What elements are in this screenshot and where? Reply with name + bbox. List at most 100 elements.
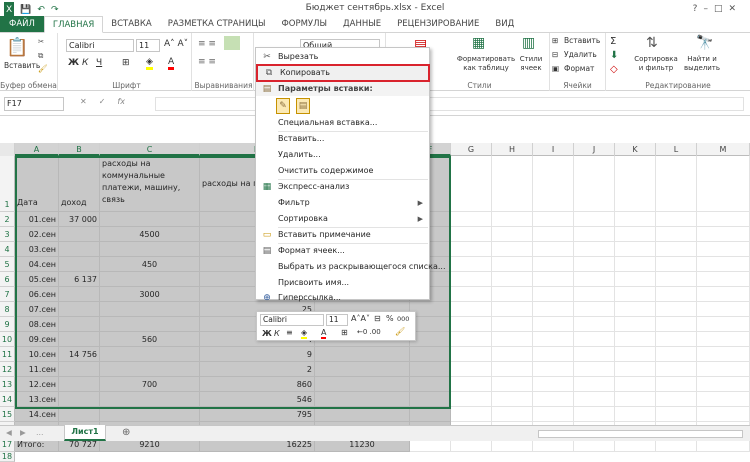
font-name-box[interactable]: Calibri	[66, 39, 134, 52]
delete-cells-icon[interactable]: ⊟	[552, 50, 558, 59]
format-cells-icon[interactable]: ▣	[552, 64, 559, 73]
cell[interactable]	[656, 287, 697, 302]
cell[interactable]	[656, 272, 697, 287]
menu-item-define-name[interactable]: Присвоить имя...	[256, 276, 429, 290]
cell[interactable]	[615, 317, 656, 332]
help-icon[interactable]: ?	[693, 4, 704, 14]
cell[interactable]	[451, 212, 492, 227]
italic-button[interactable]: К	[82, 58, 88, 68]
align-left-icon[interactable]: ≡ ≡	[198, 57, 216, 67]
cell[interactable]	[451, 332, 492, 347]
cell[interactable]	[451, 227, 492, 242]
cell[interactable]	[59, 392, 100, 407]
cell[interactable]	[697, 347, 750, 362]
fill-icon[interactable]: ⬇	[610, 50, 618, 61]
menu-item-pick-from-list[interactable]: Выбрать из раскрывающегося списка...	[256, 260, 446, 274]
cell[interactable]: 03.сен	[15, 242, 59, 257]
cell[interactable]	[533, 362, 574, 377]
cell[interactable]: 546	[200, 392, 315, 407]
delete-cells-button[interactable]: Удалить	[564, 50, 597, 59]
row-header[interactable]: 13	[0, 377, 15, 392]
mini-decimal-icon[interactable]: ←0 .00	[357, 328, 381, 336]
cell[interactable]	[100, 242, 200, 257]
cell[interactable]	[451, 347, 492, 362]
cell[interactable]: 12.сен	[15, 377, 59, 392]
cell[interactable]	[656, 227, 697, 242]
cell[interactable]	[492, 302, 533, 317]
cell[interactable]	[451, 407, 492, 422]
cell[interactable]	[100, 362, 200, 377]
insert-cells-icon[interactable]: ⊞	[552, 36, 558, 45]
cell[interactable]	[697, 332, 750, 347]
tab-home[interactable]: ГЛАВНАЯ	[43, 16, 104, 33]
cell[interactable]	[697, 227, 750, 242]
cell[interactable]	[100, 392, 200, 407]
grow-font-icon[interactable]: A˄ A˅	[164, 39, 188, 49]
cell[interactable]: 560	[100, 332, 200, 347]
cell[interactable]	[451, 272, 492, 287]
mini-align-icon[interactable]: ≡	[286, 328, 293, 337]
cell[interactable]	[533, 287, 574, 302]
cell[interactable]	[100, 317, 200, 332]
add-sheet-icon[interactable]: ⊕	[122, 427, 130, 438]
row-header[interactable]: 8	[0, 302, 15, 317]
row-header[interactable]: 10	[0, 332, 15, 347]
column-header[interactable]: L	[656, 143, 697, 156]
cell[interactable]	[615, 347, 656, 362]
cancel-icon[interactable]: ✕	[80, 97, 87, 106]
name-box[interactable]: F17	[4, 97, 64, 111]
tab-page-layout[interactable]: РАЗМЕТКА СТРАНИЦЫ	[160, 16, 274, 32]
mini-italic-button[interactable]: К	[274, 329, 280, 338]
bold-button[interactable]: Ж	[68, 58, 79, 68]
close-icon[interactable]: ✕	[728, 4, 742, 14]
cell[interactable]	[656, 347, 697, 362]
cell[interactable]	[697, 392, 750, 407]
cell[interactable]	[656, 302, 697, 317]
cell[interactable]	[697, 156, 750, 212]
menu-item-insert[interactable]: Вставить...	[256, 132, 429, 146]
cell[interactable]	[533, 377, 574, 392]
cell[interactable]	[492, 272, 533, 287]
cell[interactable]	[492, 407, 533, 422]
cell[interactable]: 37 000	[59, 212, 100, 227]
cell[interactable]	[574, 257, 615, 272]
minimize-icon[interactable]: –	[703, 4, 714, 14]
column-header[interactable]: B	[59, 143, 100, 156]
cell[interactable]	[615, 392, 656, 407]
cell[interactable]	[615, 407, 656, 422]
cell[interactable]	[697, 362, 750, 377]
column-header[interactable]: G	[451, 143, 492, 156]
paste-button[interactable]: Вставить	[4, 61, 40, 70]
cell[interactable]: 700	[100, 377, 200, 392]
cell[interactable]	[451, 257, 492, 272]
cell[interactable]: 11.сен	[15, 362, 59, 377]
cell[interactable]: 04.сен	[15, 257, 59, 272]
mini-bold-button[interactable]: Ж	[262, 329, 272, 338]
cell[interactable]: 14 756	[59, 347, 100, 362]
cell[interactable]: 450	[100, 257, 200, 272]
format-table-icon[interactable]: ▦	[472, 35, 485, 51]
scroll-more-icon[interactable]: …	[36, 428, 44, 437]
cell[interactable]	[574, 362, 615, 377]
row-header[interactable]: 18	[0, 452, 15, 462]
row-header[interactable]: 12	[0, 362, 15, 377]
cell[interactable]	[656, 362, 697, 377]
column-header[interactable]: J	[574, 143, 615, 156]
cell[interactable]	[574, 287, 615, 302]
cell[interactable]: 795	[200, 407, 315, 422]
menu-item-sort[interactable]: Сортировка ▶	[256, 212, 429, 226]
cell[interactable]	[615, 377, 656, 392]
cell[interactable]	[574, 212, 615, 227]
cell[interactable]	[492, 287, 533, 302]
find-select-icon[interactable]: 🔭	[696, 35, 713, 51]
mini-font-size[interactable]: 11	[326, 314, 348, 326]
formula-input[interactable]	[155, 97, 744, 111]
cell[interactable]	[574, 302, 615, 317]
cell[interactable]	[492, 317, 533, 332]
cell[interactable]	[697, 317, 750, 332]
cell[interactable]	[656, 156, 697, 212]
cell[interactable]: 10.сен	[15, 347, 59, 362]
cell[interactable]: расходы на коммунальные платежи, машину,…	[100, 156, 200, 212]
mini-borders-icon[interactable]: ⊞	[341, 328, 348, 337]
cell[interactable]	[100, 347, 200, 362]
